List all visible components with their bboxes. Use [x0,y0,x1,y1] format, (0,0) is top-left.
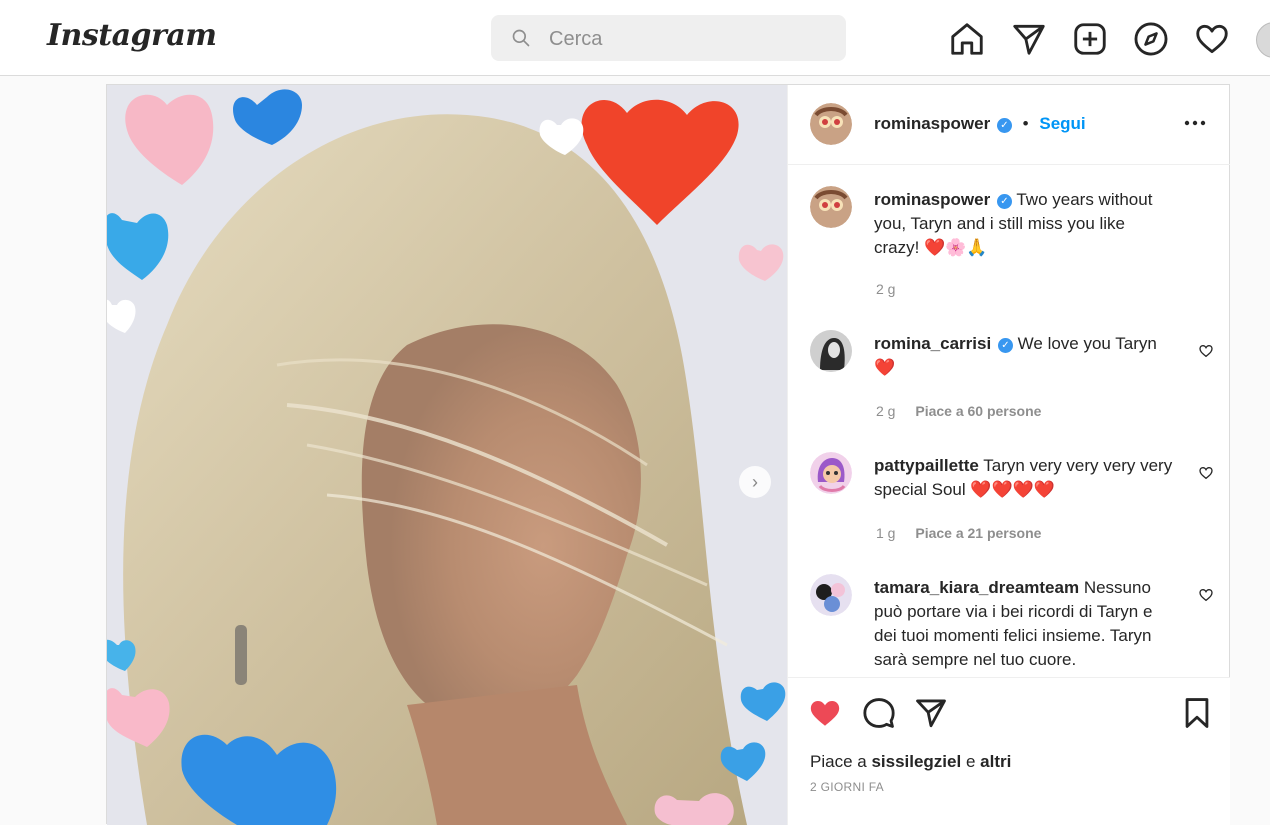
verified-badge-icon: ✓ [996,118,1012,133]
share-icon[interactable] [914,696,948,730]
verified-badge-icon: ✓ [997,338,1013,353]
like-comment-heart-icon[interactable] [1198,465,1214,481]
caption-text: rominaspower ✓ Two years without you, Ta… [874,188,1174,260]
separator-dot: • [1022,114,1029,133]
caption-avatar[interactable] [810,186,852,228]
author-username[interactable]: rominaspower [874,114,990,133]
author-avatar[interactable] [810,103,852,145]
comment-icon[interactable] [862,696,896,730]
comment-meta: 1 g Piace a 21 persone [876,525,1041,541]
next-image-button[interactable]: › [739,466,771,498]
liked-by-prefix: Piace a [810,752,867,771]
liked-by-conjunction: e [965,752,976,771]
comment-likes-count[interactable]: Piace a 21 persone [915,525,1041,541]
comment-username[interactable]: romina_carrisi [874,334,991,353]
instagram-logo[interactable]: Instagram [47,18,217,53]
comment-text: tamara_kiara_dreamteam Nessuno può porta… [874,576,1174,672]
comment-text: pattypaillette Taryn very very very very… [874,454,1174,502]
activity-heart-icon[interactable] [1193,20,1231,58]
comment-username[interactable]: pattypaillette [874,456,979,475]
profile-avatar[interactable] [1256,22,1270,58]
follow-button[interactable]: Segui [1039,114,1085,133]
new-post-icon[interactable] [1071,20,1109,58]
commenter-avatar[interactable] [810,574,852,616]
post-sidebar: rominaspower ✓ • Segui rominaspower ✓ Tw… [787,85,1230,825]
caption-username[interactable]: rominaspower [874,190,990,209]
comment-meta: 2 g Piace a 60 persone [876,403,1041,419]
home-icon[interactable] [948,20,986,58]
post-actions: Piace a sissilegziel e altri 2 GIORNI FA [788,677,1230,825]
comment-text: romina_carrisi ✓ We love you Taryn ❤️ [874,332,1174,380]
comment-timestamp[interactable]: 1 g [876,525,895,541]
save-bookmark-icon[interactable] [1180,696,1214,730]
commenter-avatar[interactable] [810,452,852,494]
comment-username[interactable]: tamara_kiara_dreamteam [874,578,1079,597]
search-input[interactable] [547,23,831,55]
like-comment-heart-icon[interactable] [1198,343,1214,359]
caption-timestamp[interactable]: 2 g [876,281,895,297]
post-photo [107,85,787,825]
liked-heart-icon[interactable] [808,696,842,730]
more-options-icon[interactable] [1180,111,1210,135]
top-navigation-bar: Instagram [0,0,1270,76]
comment-timestamp[interactable]: 2 g [876,403,895,419]
search-icon [512,29,530,47]
liked-by-user-link[interactable]: sissilegziel [871,752,961,771]
liked-by-text: Piace a sissilegziel e altri [810,752,1011,772]
post-card: › rominaspower ✓ • Segui rominaspower ✓ … [106,84,1230,825]
post-time-ago[interactable]: 2 GIORNI FA [810,780,884,794]
liked-by-others-link[interactable]: altri [980,752,1011,771]
verified-badge-icon: ✓ [996,194,1012,209]
explore-icon[interactable] [1132,20,1170,58]
like-comment-heart-icon[interactable] [1198,587,1214,603]
direct-icon[interactable] [1010,20,1048,58]
post-header: rominaspower ✓ • Segui [788,85,1230,165]
caption-time: 2 g [876,281,895,297]
commenter-avatar[interactable] [810,330,852,372]
search-box[interactable] [491,15,846,61]
header-author-line: rominaspower ✓ • Segui [874,114,1086,134]
post-image[interactable]: › [107,85,787,825]
comment-likes-count[interactable]: Piace a 60 persone [915,403,1041,419]
